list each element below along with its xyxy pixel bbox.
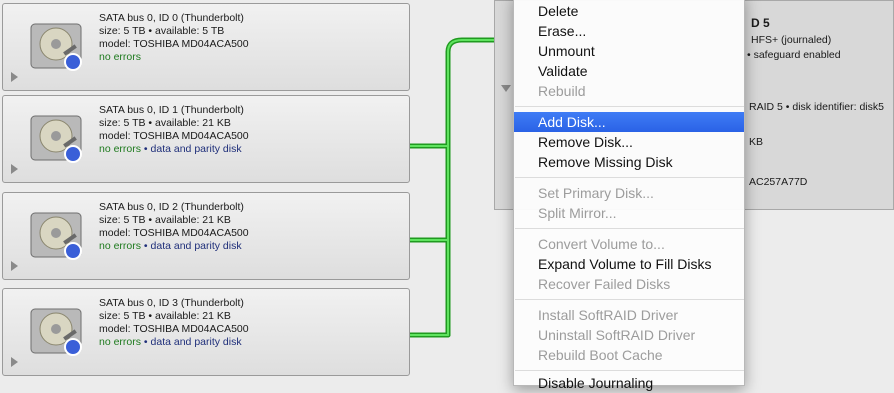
menu-item-erase[interactable]: Erase... [514, 21, 744, 41]
hard-disk-icon [30, 212, 82, 260]
hard-disk-icon [30, 308, 82, 356]
volume-raid-info: RAID 5 • disk identifier: disk5 [749, 101, 884, 113]
disk-list: SATA bus 0, ID 0 (Thunderbolt) size: 5 T… [0, 0, 412, 378]
disk-role: • data and parity disk [141, 143, 242, 155]
disk-model: model: TOSHIBA MD04ACA500 [99, 130, 249, 142]
menu-separator [515, 228, 744, 229]
context-menu: Delete Erase... Unmount Validate Rebuild… [513, 0, 745, 391]
hard-disk-icon [30, 115, 82, 163]
menu-item-install-driver[interactable]: Install SoftRAID Driver [514, 305, 744, 325]
raid-connector-lines [410, 37, 500, 338]
menu-item-rebuild[interactable]: Rebuild [514, 81, 744, 101]
disk-status: no errors [99, 336, 142, 348]
menu-item-uninstall-driver[interactable]: Uninstall SoftRAID Driver [514, 325, 744, 345]
disk-location: SATA bus 0, ID 3 (Thunderbolt) [99, 297, 244, 309]
disk-size: size: 5 TB • available: 21 KB [99, 310, 231, 322]
menu-item-recover-failed-disks[interactable]: Recover Failed Disks [514, 274, 744, 294]
disclosure-triangle-icon[interactable] [11, 357, 18, 367]
disk-role: • data and parity disk [141, 240, 242, 252]
disk-card-2[interactable]: SATA bus 0, ID 2 (Thunderbolt) size: 5 T… [2, 192, 410, 280]
menu-item-rebuild-boot-cache[interactable]: Rebuild Boot Cache [514, 345, 744, 365]
disclosure-triangle-icon[interactable] [501, 85, 511, 92]
disk-model: model: TOSHIBA MD04ACA500 [99, 323, 249, 335]
menu-item-validate[interactable]: Validate [514, 61, 744, 81]
volume-available: KB [749, 136, 764, 148]
menu-item-disable-journaling[interactable]: Disable Journaling [514, 373, 744, 393]
disk-status: no errors [99, 51, 142, 63]
hard-disk-icon [30, 23, 82, 71]
disk-location: SATA bus 0, ID 1 (Thunderbolt) [99, 104, 244, 116]
menu-item-convert-volume[interactable]: Convert Volume to... [514, 234, 744, 254]
menu-separator [515, 177, 744, 178]
volume-uuid: AC257A77D [749, 176, 808, 188]
disk-model: model: TOSHIBA MD04ACA500 [99, 38, 249, 50]
disk-status: no errors [99, 240, 142, 252]
menu-item-split-mirror[interactable]: Split Mirror... [514, 203, 744, 223]
disk-model: model: TOSHIBA MD04ACA500 [99, 227, 249, 239]
disk-status: no errors [99, 143, 142, 155]
disk-size: size: 5 TB • available: 21 KB [99, 117, 231, 129]
menu-item-remove-disk[interactable]: Remove Disk... [514, 132, 744, 152]
disclosure-triangle-icon[interactable] [11, 261, 18, 271]
menu-separator [515, 370, 744, 371]
disk-role: • data and parity disk [141, 336, 242, 348]
disk-size: size: 5 TB • available: 5 TB [99, 25, 225, 37]
menu-separator [515, 299, 744, 300]
menu-item-add-disk[interactable]: Add Disk... [514, 112, 744, 132]
menu-item-expand-volume[interactable]: Expand Volume to Fill Disks [514, 254, 744, 274]
disk-card-0[interactable]: SATA bus 0, ID 0 (Thunderbolt) size: 5 T… [2, 3, 410, 91]
volume-title: D 5 [751, 16, 770, 30]
disk-location: SATA bus 0, ID 0 (Thunderbolt) [99, 12, 244, 24]
disk-card-3[interactable]: SATA bus 0, ID 3 (Thunderbolt) size: 5 T… [2, 288, 410, 376]
menu-separator [515, 106, 744, 107]
disk-size: size: 5 TB • available: 21 KB [99, 214, 231, 226]
volume-safeguard: • safeguard enabled [747, 49, 841, 61]
menu-item-set-primary-disk[interactable]: Set Primary Disk... [514, 183, 744, 203]
disclosure-triangle-icon[interactable] [11, 164, 18, 174]
disk-location: SATA bus 0, ID 2 (Thunderbolt) [99, 201, 244, 213]
menu-item-delete[interactable]: Delete [514, 1, 744, 21]
menu-item-unmount[interactable]: Unmount [514, 41, 744, 61]
volume-format: HFS+ (journaled) [751, 34, 832, 46]
disk-card-1[interactable]: SATA bus 0, ID 1 (Thunderbolt) size: 5 T… [2, 95, 410, 183]
menu-item-remove-missing-disk[interactable]: Remove Missing Disk [514, 152, 744, 172]
disclosure-triangle-icon[interactable] [11, 72, 18, 82]
